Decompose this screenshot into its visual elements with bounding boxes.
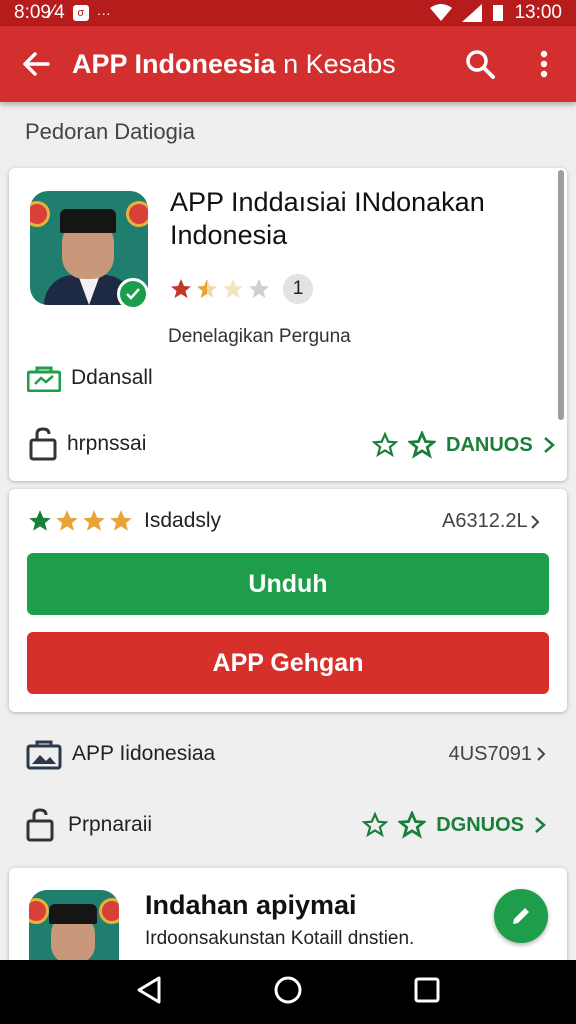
star-outline-icon	[408, 431, 436, 459]
nav-home-button[interactable]	[273, 975, 303, 1010]
scrollbar[interactable]	[558, 170, 564, 420]
verified-check-icon	[117, 278, 149, 310]
related-app-subtitle: Irdoonsakunstan Kotaill dnstien.	[145, 928, 415, 949]
more-link-label: DGNUOS	[436, 813, 524, 836]
navigation-bar	[0, 960, 576, 1024]
chevron-right-icon	[535, 817, 546, 833]
nav-home-icon	[274, 976, 302, 1003]
list-item-value: 4US7091	[449, 743, 546, 766]
star-outline-icon	[372, 432, 398, 458]
star-filled-icon	[56, 510, 78, 531]
star-half-icon	[197, 279, 217, 298]
star-outline-icon	[362, 812, 389, 838]
search-icon	[466, 50, 495, 79]
app-bar: APP Indoneesia n Kesabs	[0, 26, 576, 102]
star-filled-icon	[29, 510, 51, 531]
list-item-value-text: 4US7091	[448, 742, 532, 765]
nav-recents-button[interactable]	[414, 977, 440, 1008]
back-button[interactable]	[0, 26, 72, 102]
more-link[interactable]: DANUOS	[372, 431, 555, 459]
related-app-title: Indahan apiymai	[145, 890, 357, 920]
status-bar: 8:09⁄4 σ ··· 13:00	[0, 0, 576, 26]
overflow-menu-button[interactable]	[512, 26, 576, 102]
list-item-size[interactable]: Prpnaraii DGNUOS	[26, 808, 546, 842]
download-card: Isdadsly A6312.2L Unduh APP Gehgan	[9, 489, 567, 712]
size-label: hrpnssai	[67, 432, 147, 455]
secondary-action-button[interactable]: APP Gehgan	[27, 632, 549, 694]
more-notifications-icon: ···	[96, 5, 111, 21]
lock-bag-icon	[29, 427, 57, 461]
wifi-icon	[430, 4, 453, 21]
section-title: Pedoran Datiogia	[25, 119, 196, 144]
page-title: APP Indoneesia n Kesabs	[72, 49, 396, 80]
list-item-label: APP Iidonesiaa	[72, 742, 216, 765]
nav-back-button[interactable]	[136, 976, 162, 1009]
arrow-back-icon	[23, 52, 50, 76]
edit-pencil-icon	[513, 908, 529, 924]
status-time-right: 13:00	[514, 2, 562, 23]
app-rating: 1	[169, 274, 313, 304]
rating-label: Isdadsly	[144, 509, 222, 532]
app-subtitle: Denelagikan Perguna	[168, 326, 351, 347]
edit-fab[interactable]	[494, 889, 548, 943]
star-filled-icon	[110, 510, 132, 531]
size-row[interactable]: hrpnssai	[29, 427, 146, 461]
star-outline-icon	[398, 811, 427, 839]
download-button[interactable]: Unduh	[27, 553, 549, 615]
battery-icon	[493, 5, 504, 21]
chevron-right-icon	[537, 747, 546, 761]
version-link[interactable]: A6312.2L	[442, 510, 540, 533]
notification-icon: σ	[72, 5, 89, 21]
page-title-main: APP Indoneesia	[72, 48, 276, 79]
app-name: APP Inddaısiai INdonakan Indonesia	[170, 187, 485, 250]
star-empty-icon	[249, 279, 269, 298]
more-link-2[interactable]: DGNUOS	[362, 811, 546, 839]
chevron-right-icon	[543, 437, 555, 453]
status-time-left: 8:09⁄4	[14, 2, 65, 23]
nav-back-icon	[137, 976, 161, 1003]
page-title-rest: n Kesabs	[275, 48, 396, 79]
version-label: A6312.2L	[442, 510, 528, 532]
category-row[interactable]: Ddansall	[27, 364, 153, 392]
star-filled-icon	[83, 510, 105, 531]
rating-stars	[27, 508, 134, 534]
more-link-label: DANUOS	[446, 433, 533, 456]
shop-bag-icon	[27, 366, 61, 392]
chevron-right-icon	[530, 514, 540, 529]
search-button[interactable]	[448, 26, 512, 102]
lock-bag-icon	[26, 808, 54, 842]
app-info-card: APP Inddaısiai INdonakan Indonesia 1 Den…	[9, 168, 567, 481]
rating-count-badge: 1	[283, 274, 313, 304]
signal-icon	[462, 4, 483, 22]
image-bag-icon	[26, 740, 62, 770]
list-item-app[interactable]: APP Iidonesiaa 4US7091	[26, 738, 546, 770]
list-item-label: Prpnaraii	[68, 813, 153, 836]
star-empty-icon	[223, 279, 243, 298]
category-label: Ddansall	[71, 366, 153, 389]
rating-row: Isdadsly	[27, 508, 221, 534]
star-filled-icon	[171, 279, 191, 298]
more-vert-icon	[540, 50, 548, 78]
nav-recents-icon	[414, 977, 440, 1002]
